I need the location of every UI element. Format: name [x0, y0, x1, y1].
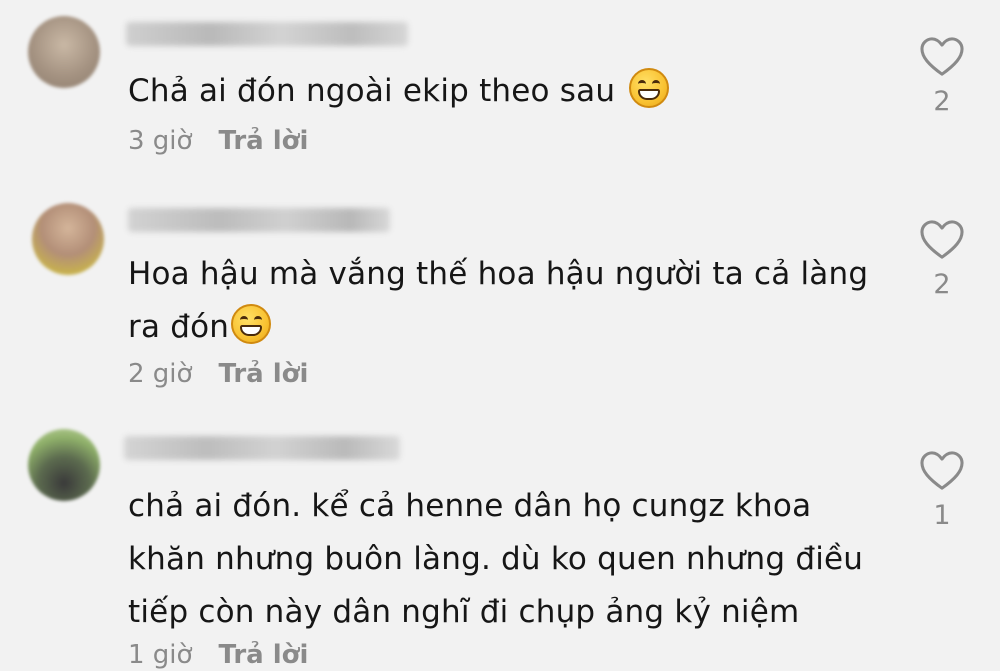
comment-text: chả ai đón. kể cả henne dân họ cungz kho…: [128, 480, 898, 639]
username-blurred[interactable]: [124, 436, 400, 460]
like-count: 2: [933, 86, 951, 117]
comment-meta: 3 giờ Trả lời: [128, 126, 308, 156]
like-count: 1: [933, 500, 951, 531]
comment-time: 2 giờ: [128, 359, 193, 389]
like-button[interactable]: 2: [916, 36, 968, 117]
grinning-face-emoji-icon: [231, 304, 272, 344]
grinning-face-emoji-icon: [629, 68, 670, 108]
heart-outline-icon: [920, 451, 964, 490]
avatar[interactable]: [32, 203, 104, 275]
comment-time: 1 giờ: [128, 640, 193, 670]
reply-button[interactable]: Trả lời: [218, 126, 308, 156]
like-button[interactable]: 1: [916, 450, 968, 531]
comment-meta: 1 giờ Trả lời: [128, 640, 308, 670]
comment-text: Hoa hậu mà vắng thế hoa hậu người ta cả …: [128, 248, 898, 354]
like-button[interactable]: 2: [916, 219, 968, 300]
avatar[interactable]: [28, 429, 100, 501]
username-blurred[interactable]: [126, 22, 408, 46]
like-count: 2: [933, 269, 951, 300]
comment-text: Chả ai đón ngoài ekip theo sau: [128, 65, 898, 118]
comment-meta: 2 giờ Trả lời: [128, 359, 308, 389]
avatar[interactable]: [28, 16, 100, 88]
comment-text-line: tiếp còn này dân nghĩ đi chụp ảng kỷ niệ…: [128, 594, 800, 630]
heart-outline-icon: [920, 37, 964, 76]
heart-outline-icon: [920, 220, 964, 259]
comment-text-line: khăn nhưng buôn làng. dù ko quen nhưng đ…: [128, 541, 864, 577]
username-blurred[interactable]: [128, 208, 390, 232]
comment-text-line: chả ai đón. kể cả henne dân họ cungz kho…: [128, 488, 812, 524]
reply-button[interactable]: Trả lời: [218, 640, 308, 670]
comment-text-line: ra đón: [128, 309, 230, 345]
comment-text-line: Chả ai đón ngoài ekip theo sau: [128, 73, 616, 109]
comment-text-line: Hoa hậu mà vắng thế hoa hậu người ta cả …: [128, 256, 869, 292]
comment-time: 3 giờ: [128, 126, 193, 156]
reply-button[interactable]: Trả lời: [218, 359, 308, 389]
